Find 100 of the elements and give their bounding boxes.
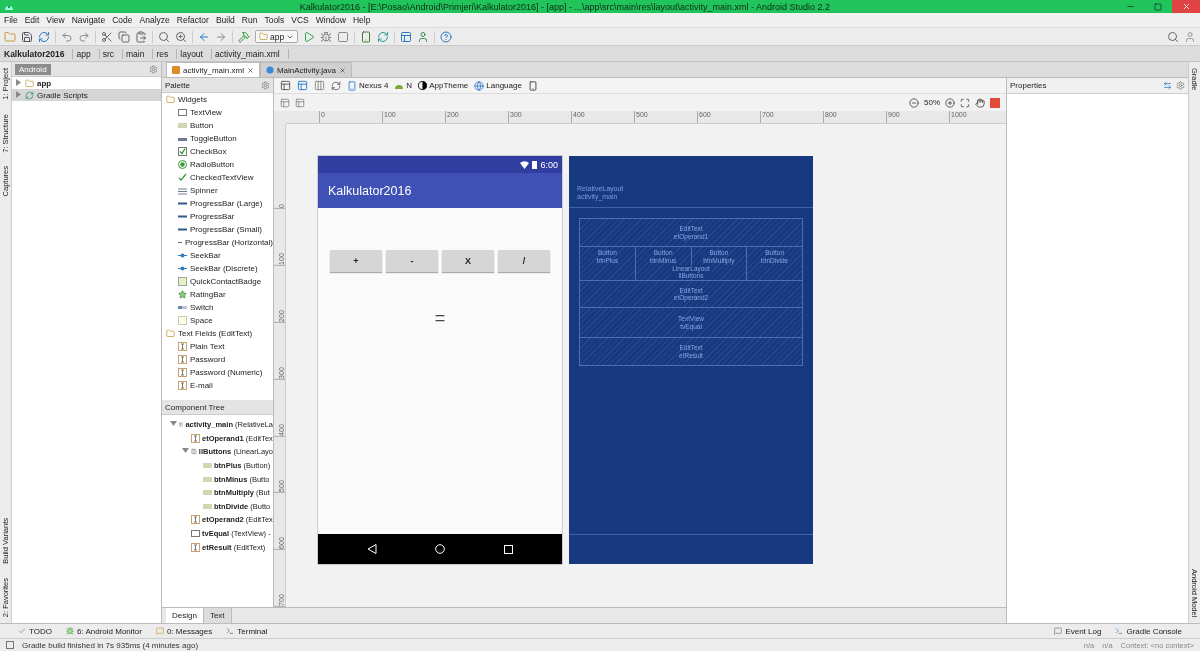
scissors-icon[interactable] — [101, 30, 113, 43]
arrow-left-icon[interactable] — [198, 30, 210, 43]
expanded-arrow-icon[interactable] — [182, 447, 189, 455]
operator-button[interactable]: / — [498, 250, 550, 272]
palette-item[interactable]: ProgressBar (Horizontal) — [184, 238, 273, 247]
palette-item[interactable]: ToggleButton — [190, 134, 237, 143]
folder-icon[interactable] — [4, 30, 16, 43]
refresh-icon[interactable] — [38, 30, 50, 43]
close-icon[interactable] — [246, 66, 254, 74]
operator-button[interactable]: + — [330, 250, 382, 272]
palette-item[interactable]: ProgressBar (Small) — [190, 225, 262, 234]
breadcrumb[interactable]: layout — [180, 48, 212, 59]
editor-tab[interactable]: activity_main.xml — [166, 62, 260, 77]
theme-dropdown[interactable]: AppTheme — [418, 81, 469, 90]
tool-window-button[interactable]: 0: Messages — [155, 626, 213, 636]
palette-item[interactable]: Spinner — [190, 186, 218, 195]
palette-item[interactable]: E-mail — [190, 381, 213, 390]
window-icon[interactable] — [400, 30, 413, 43]
fit-icon[interactable] — [960, 97, 970, 108]
breadcrumb[interactable]: app — [76, 48, 100, 59]
phone-icon[interactable] — [360, 30, 373, 43]
editor-tab[interactable]: MainActivity.java — [259, 62, 352, 77]
breadcrumb[interactable]: Kalkulator2016 — [4, 48, 74, 59]
tool-window-button[interactable]: Event Log — [1054, 626, 1102, 636]
palette-item[interactable]: QuickContactBadge — [190, 277, 262, 286]
hammer-icon[interactable] — [238, 30, 250, 43]
settings-icon[interactable] — [261, 80, 270, 90]
palette-group[interactable]: Text Fields (EditText) — [178, 329, 253, 338]
run-config-dropdown[interactable]: app — [255, 30, 299, 43]
phone-icon[interactable] — [527, 80, 538, 91]
menu-item[interactable]: Help — [352, 15, 371, 25]
menu-item[interactable]: VCS — [291, 15, 309, 25]
redo-icon[interactable] — [78, 30, 90, 43]
zoom-out-icon[interactable] — [909, 97, 919, 108]
palette-item[interactable]: Password (Numeric) — [190, 368, 263, 377]
hand-icon[interactable] — [975, 97, 985, 108]
menu-item[interactable]: Build — [215, 15, 235, 25]
search-icon[interactable] — [158, 30, 170, 43]
menu-item[interactable]: Window — [315, 15, 346, 25]
tool-window-button[interactable]: Terminal — [226, 626, 268, 636]
close-icon[interactable] — [338, 66, 346, 74]
person-icon[interactable] — [417, 30, 430, 43]
paste-icon[interactable] — [135, 30, 147, 43]
menu-item[interactable]: View — [46, 15, 65, 25]
undo-icon[interactable] — [61, 30, 73, 43]
close-button[interactable] — [1172, 0, 1200, 13]
panel-toggle-icon[interactable] — [6, 641, 14, 649]
palette-item[interactable]: Password — [190, 355, 226, 364]
operator-button[interactable]: - — [386, 250, 438, 272]
swap-icon[interactable] — [1163, 81, 1172, 90]
palette-item[interactable]: TextView — [190, 108, 222, 117]
view-tab[interactable]: Design — [166, 608, 204, 623]
arrow-right-icon[interactable] — [215, 30, 227, 43]
breadcrumb[interactable]: main — [126, 48, 154, 59]
palette-item[interactable]: ProgressBar (Large) — [190, 199, 263, 208]
expanded-arrow-icon[interactable] — [170, 420, 177, 428]
palette-item[interactable]: Button — [190, 121, 214, 130]
settings-icon[interactable] — [1176, 81, 1185, 90]
palette-item[interactable]: RadioButton — [190, 160, 235, 169]
breadcrumb[interactable]: res — [156, 48, 178, 59]
home-icon[interactable] — [435, 544, 446, 554]
breadcrumb[interactable]: activity_main.xml — [214, 48, 289, 59]
back-icon[interactable] — [367, 544, 378, 554]
menu-item[interactable]: Navigate — [71, 15, 106, 25]
tool-window-button[interactable]: 6: Android Monitor — [65, 626, 142, 636]
copy-icon[interactable] — [118, 30, 130, 43]
palette-group[interactable]: Widgets — [178, 95, 207, 104]
menu-item[interactable]: Edit — [24, 15, 40, 25]
sync-icon[interactable] — [377, 30, 390, 43]
language-dropdown[interactable]: Language — [474, 80, 522, 91]
stop-icon[interactable] — [337, 30, 350, 43]
tree-item[interactable]: app — [37, 78, 52, 88]
palette-item[interactable]: CheckedTextView — [190, 173, 254, 182]
tool-window-button[interactable]: TODO — [18, 626, 52, 636]
bug-icon[interactable] — [320, 30, 333, 43]
error-icon[interactable] — [990, 97, 1000, 108]
zoom-in-icon[interactable] — [945, 97, 955, 108]
menu-item[interactable]: Run — [241, 15, 258, 25]
device-dropdown[interactable]: Nexus 4 — [347, 80, 389, 91]
recents-icon[interactable] — [503, 544, 513, 554]
palette-item[interactable]: SeekBar — [190, 251, 221, 260]
operator-button[interactable]: X — [442, 250, 494, 272]
api-dropdown[interactable]: N — [394, 81, 413, 90]
rotate-icon[interactable] — [331, 80, 341, 91]
menu-item[interactable]: Refactor — [176, 15, 209, 25]
menu-item[interactable]: Code — [112, 15, 133, 25]
palette-item[interactable]: Space — [190, 316, 213, 325]
play-icon[interactable] — [303, 30, 316, 43]
palette-item[interactable]: ProgressBar — [190, 212, 235, 221]
menu-item[interactable]: File — [4, 15, 18, 25]
palette-item[interactable]: CheckBox — [190, 147, 227, 156]
help-icon[interactable] — [440, 30, 453, 43]
palette-item[interactable]: SeekBar (Discrete) — [190, 264, 258, 273]
person-icon[interactable] — [1184, 30, 1196, 43]
zoom-icon[interactable] — [175, 30, 187, 43]
tool-window-button[interactable]: Gradle Console — [1115, 626, 1182, 636]
save-icon[interactable] — [21, 30, 33, 43]
menu-item[interactable]: Tools — [264, 15, 285, 25]
search-icon[interactable] — [1167, 30, 1179, 43]
palette-item[interactable]: RatingBar — [190, 290, 226, 299]
